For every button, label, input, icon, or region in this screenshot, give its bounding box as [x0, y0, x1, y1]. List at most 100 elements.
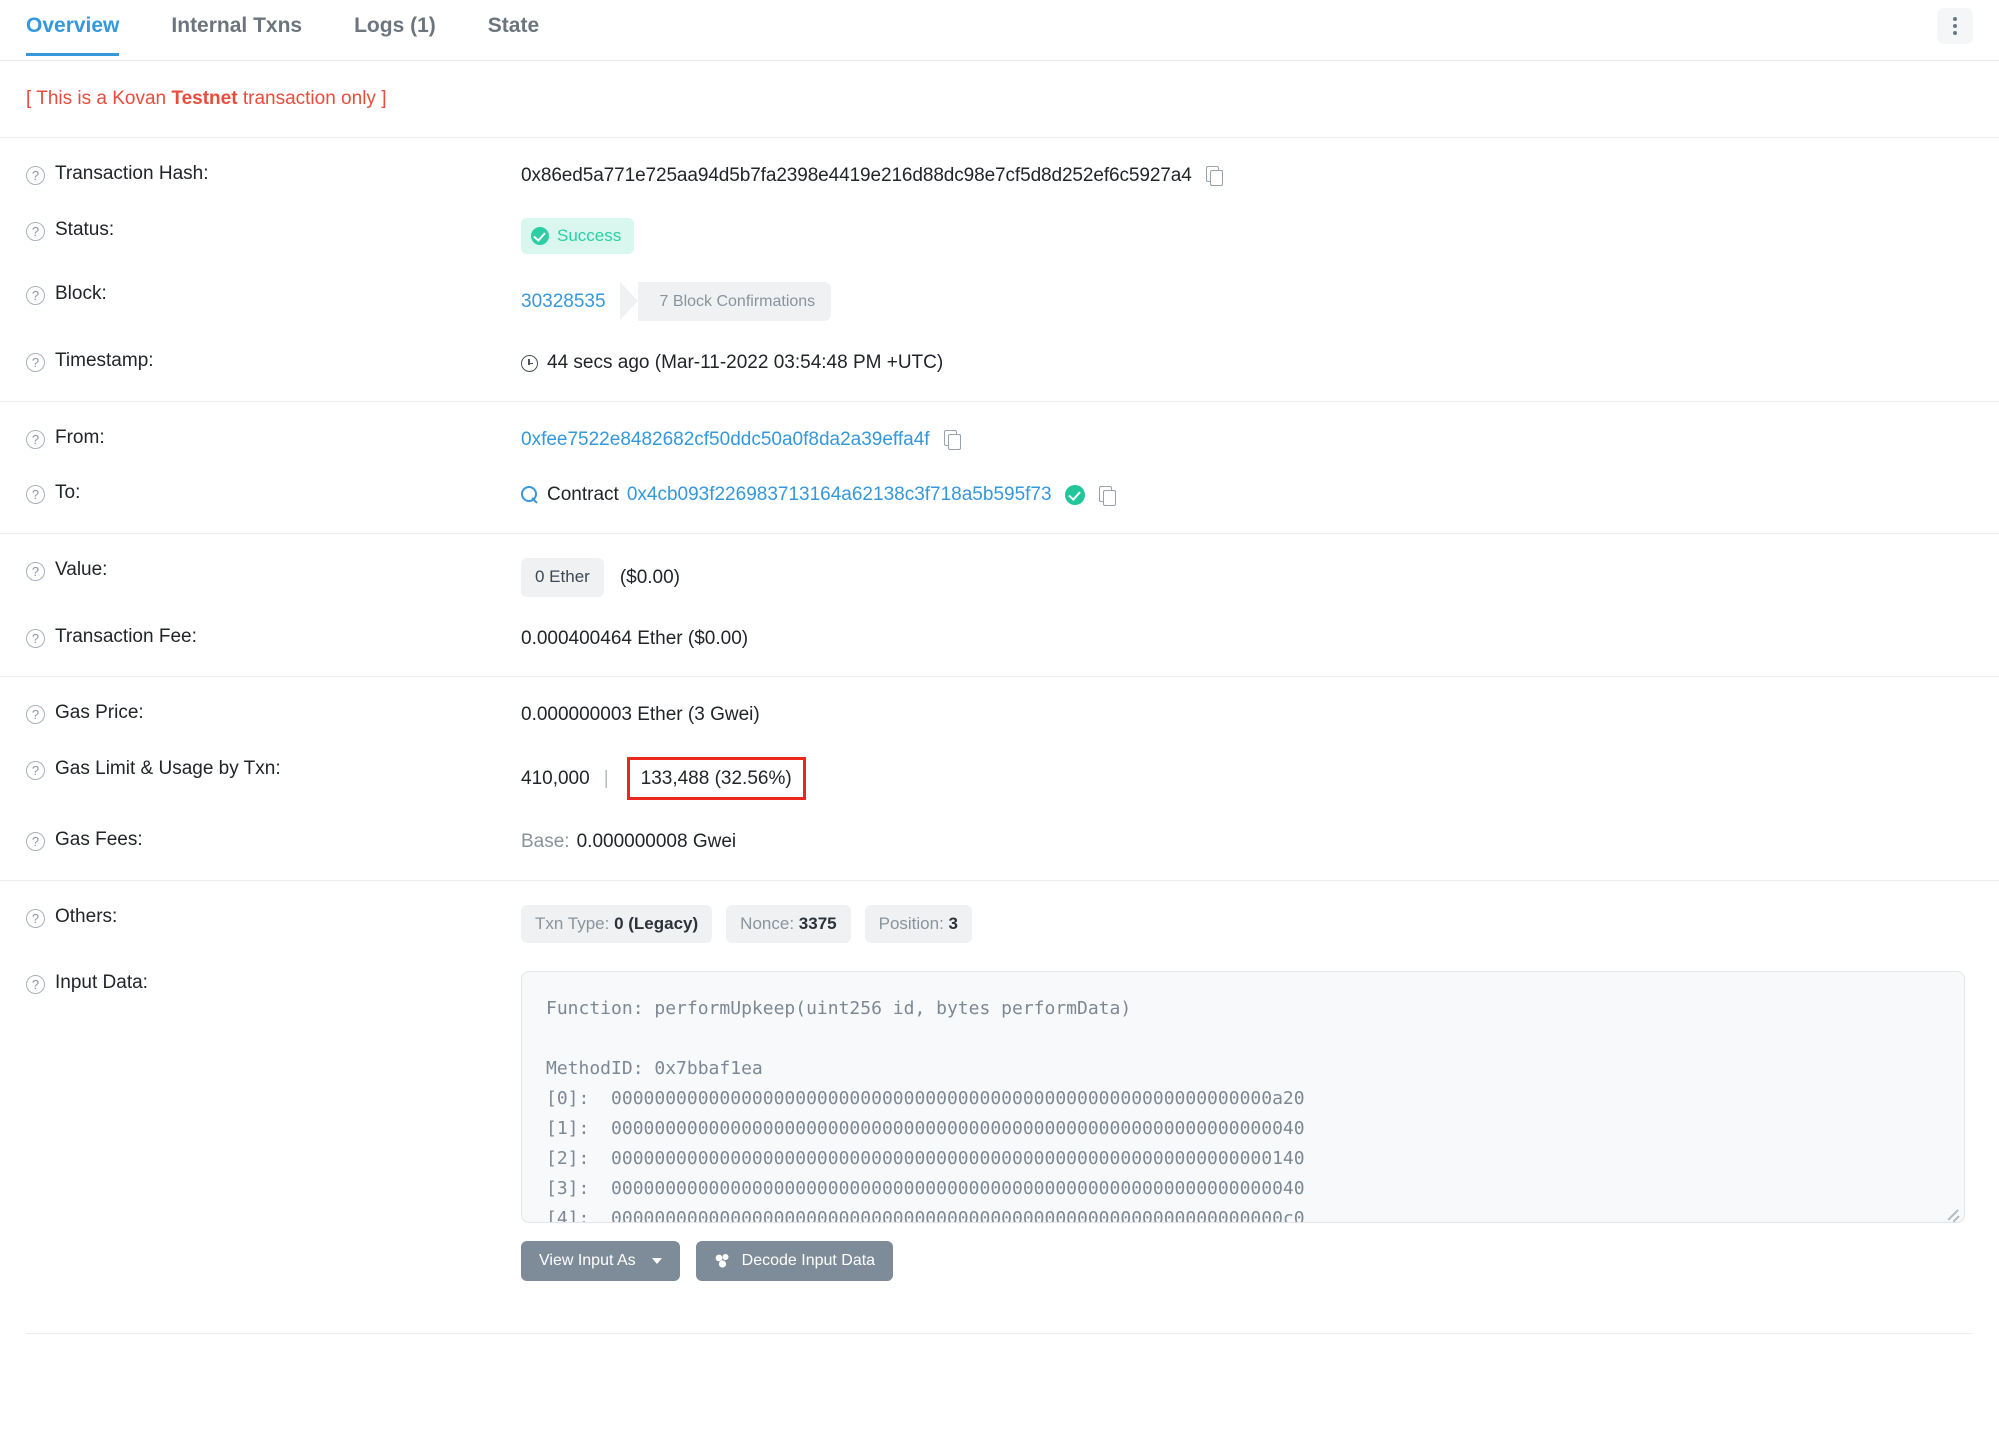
verified-contract-icon [1064, 485, 1085, 506]
row-transaction-fee: ? Transaction Fee: 0.000400464 Ether ($0… [0, 611, 1999, 667]
view-input-as-button[interactable]: View Input As [521, 1241, 680, 1282]
value-from: 0xfee7522e8482682cf50ddc50a0f8da2a39effa… [521, 426, 961, 454]
value-gas-fees: Base: 0.000000008 Gwei [521, 828, 736, 856]
from-address-link[interactable]: 0xfee7522e8482682cf50ddc50a0f8da2a39effa… [521, 426, 930, 454]
label-text: Transaction Hash: [55, 163, 209, 184]
tab-state[interactable]: State [462, 0, 565, 55]
label-gas-fees: ? Gas Fees: [26, 828, 521, 852]
row-gas-limit-usage: ? Gas Limit & Usage by Txn: 410,000 | 13… [0, 743, 1999, 815]
kebab-menu-icon[interactable] [1937, 8, 1973, 44]
help-icon[interactable]: ? [26, 975, 45, 995]
value-gas-price: 0.000000003 Ether (3 Gwei) [521, 704, 760, 726]
decode-input-data-label: Decode Input Data [741, 1252, 876, 1270]
bottom-divider [26, 1333, 1973, 1335]
row-block: ? Block: 30328535 7 Block Confirmations [0, 268, 1999, 335]
label-to: ? To: [26, 481, 521, 505]
value-status: Success [521, 217, 635, 255]
copy-icon[interactable] [1098, 485, 1116, 506]
section-value: ? Value: 0 Ether ($0.00) ? Transaction F… [0, 533, 1999, 676]
timestamp-text: 44 secs ago (Mar-11-2022 03:54:48 PM +UT… [547, 352, 944, 374]
magnifier-icon[interactable] [521, 486, 539, 504]
value-transaction-fee: 0.000400464 Ether ($0.00) [521, 627, 749, 649]
help-icon[interactable]: ? [26, 221, 45, 241]
contract-label: Contract [547, 484, 619, 506]
tab-list: Overview Internal Txns Logs (1) State [26, 0, 565, 56]
position-pill: Position: 3 [864, 904, 973, 944]
notice-emphasis: Testnet [171, 88, 238, 109]
help-icon[interactable]: ? [26, 760, 45, 780]
label-input-data: ? Input Data: [26, 971, 521, 995]
nonce-label: Nonce: [740, 913, 795, 933]
chevron-down-icon [651, 1258, 662, 1265]
value-transaction-hash: 0x86ed5a771e725aa94d5b7fa2398e4419e216d8… [521, 162, 1223, 190]
row-timestamp: ? Timestamp: 44 secs ago (Mar-11-2022 03… [0, 335, 1999, 391]
kebab-dot [1953, 17, 1957, 21]
separator: | [603, 767, 609, 789]
status-badge: Success [521, 217, 635, 255]
section-others: ? Others: Txn Type: 0 (Legacy) Nonce: 33… [0, 879, 1999, 1306]
value-timestamp: 44 secs ago (Mar-11-2022 03:54:48 PM +UT… [521, 349, 943, 377]
value-amount: 0 Ether ($0.00) [521, 558, 680, 597]
help-icon[interactable]: ? [26, 832, 45, 852]
view-input-as-label: View Input As [539, 1252, 636, 1270]
help-icon[interactable]: ? [26, 908, 45, 928]
to-address-link[interactable]: 0x4cb093f226983713164a62138c3f718a5b595f… [627, 481, 1052, 509]
copy-icon[interactable] [1205, 166, 1223, 187]
section-parties: ? From: 0xfee7522e8482682cf50ddc50a0f8da… [0, 400, 1999, 533]
label-text: Others: [55, 905, 118, 927]
label-text: Timestamp: [55, 350, 154, 372]
help-icon[interactable]: ? [26, 166, 45, 185]
transaction-hash-text: 0x86ed5a771e725aa94d5b7fa2398e4419e216d8… [521, 165, 1192, 186]
help-icon[interactable]: ? [26, 562, 45, 582]
label-value: ? Value: [26, 558, 521, 582]
section-gas: ? Gas Price: 0.000000003 Ether (3 Gwei) … [0, 676, 1999, 880]
label-text: Gas Fees: [55, 829, 143, 851]
testnet-notice: [ This is a Kovan Testnet transaction on… [0, 61, 1999, 138]
txn-type-pill: Txn Type: 0 (Legacy) [521, 904, 713, 944]
row-transaction-hash: ? Transaction Hash: 0x86ed5a771e725aa94d… [0, 148, 1999, 204]
row-gas-fees: ? Gas Fees: Base: 0.000000008 Gwei [0, 814, 1999, 870]
help-icon[interactable]: ? [26, 485, 45, 505]
transaction-details-page: Overview Internal Txns Logs (1) State [ … [0, 0, 1999, 1440]
gas-usage-highlight: 133,488 (32.56%) [626, 756, 806, 801]
section-identity: ? Transaction Hash: 0x86ed5a771e725aa94d… [0, 138, 1999, 401]
label-others: ? Others: [26, 905, 521, 928]
value-input-data: Function: performUpkeep(uint256 id, byte… [521, 971, 1965, 1282]
label-text: Transaction Fee: [55, 625, 197, 647]
row-others: ? Others: Txn Type: 0 (Legacy) Nonce: 33… [0, 891, 1999, 958]
help-icon[interactable]: ? [26, 628, 45, 648]
resize-grip-icon[interactable] [1944, 1203, 1960, 1219]
label-text: To: [55, 482, 81, 504]
notice-suffix: transaction only ] [237, 88, 387, 109]
check-circle-icon [531, 226, 549, 245]
row-to: ? To: Contract 0x4cb093f226983713164a621… [0, 467, 1999, 523]
row-status: ? Status: Success [0, 204, 1999, 269]
tab-overview[interactable]: Overview [26, 0, 145, 56]
help-icon[interactable]: ? [26, 705, 45, 725]
tab-internal-txns[interactable]: Internal Txns [145, 0, 328, 55]
label-text: Gas Limit & Usage by Txn: [55, 757, 281, 779]
label-text: Value: [55, 559, 108, 581]
row-gas-price: ? Gas Price: 0.000000003 Ether (3 Gwei) [0, 687, 1999, 743]
nonce-value: 3375 [798, 913, 837, 933]
label-status: ? Status: [26, 218, 521, 241]
txn-type-label: Txn Type: [535, 913, 610, 933]
block-number-link[interactable]: 30328535 [521, 288, 606, 316]
value-block: 30328535 7 Block Confirmations [521, 282, 832, 322]
label-timestamp: ? Timestamp: [26, 349, 521, 373]
position-label: Position: [878, 913, 944, 933]
value-pill: 0 Ether [521, 558, 604, 597]
label-text: Input Data: [55, 972, 148, 994]
copy-icon[interactable] [943, 430, 961, 451]
value-to: Contract 0x4cb093f226983713164a62138c3f7… [521, 481, 1116, 509]
tab-logs[interactable]: Logs (1) [328, 0, 462, 55]
help-icon[interactable]: ? [26, 286, 45, 306]
value-usd: ($0.00) [619, 566, 681, 588]
label-from: ? From: [26, 426, 521, 449]
help-icon[interactable]: ? [26, 353, 45, 373]
help-icon[interactable]: ? [26, 429, 45, 449]
input-data-textarea[interactable]: Function: performUpkeep(uint256 id, byte… [521, 971, 1965, 1224]
decode-input-data-button[interactable]: Decode Input Data [695, 1241, 894, 1282]
label-gas-price: ? Gas Price: [26, 701, 521, 725]
input-data-button-row: View Input As Decode Input Data [521, 1241, 1965, 1282]
